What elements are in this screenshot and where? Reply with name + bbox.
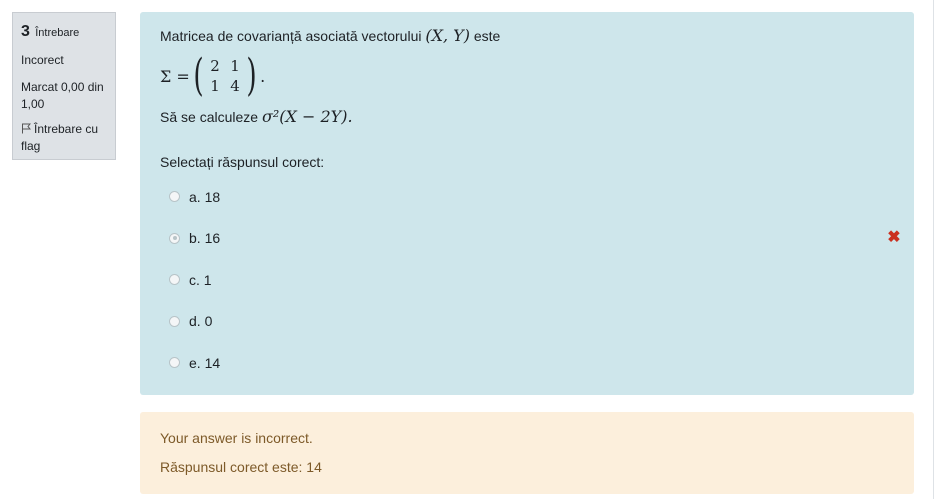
matrix-cell: 2 (210, 57, 220, 75)
feedback-message: Your answer is incorrect. (160, 430, 313, 446)
answer-option-c[interactable]: c. 1 (160, 259, 894, 301)
question-number-label: Întrebare (35, 27, 80, 39)
correct-answer-text: Răspunsul corect este: 14 (160, 459, 322, 475)
answer-option-e[interactable]: e. 14 (160, 342, 894, 384)
question-number-value: 3 (21, 23, 30, 40)
question-task: Să se calculeze σ²(X − 2Y). (160, 106, 894, 128)
vector-notation: (X, Y) (425, 26, 470, 45)
question-grade: Marcat 0,00 din 1,00 (21, 80, 104, 111)
answer-label-b[interactable]: b. 16 (189, 230, 220, 246)
question-intro-text: Matricea de covarianță asociată vectorul… (160, 28, 422, 44)
covariance-matrix-equation: Σ = ( 2 1 1 4 ) . (160, 52, 894, 100)
question-task-text: Să se calculeze (160, 109, 259, 125)
answer-radio-c[interactable] (169, 274, 180, 286)
incorrect-icon: ✖ (887, 228, 901, 246)
answer-option-d[interactable]: d. 0 (160, 301, 894, 343)
matrix-cell: 1 (230, 57, 240, 75)
page-edge-divider (933, 0, 934, 499)
answer-option-b[interactable]: b. 16 ✖ (160, 218, 901, 260)
answer-radio-d[interactable] (169, 315, 180, 327)
covariance-matrix: 2 1 1 4 (205, 56, 245, 96)
variance-expression: σ²(X − 2Y). (261, 107, 353, 126)
feedback-panel: Your answer is incorrect. Răspunsul core… (140, 412, 914, 494)
right-paren: ) (246, 50, 257, 101)
matrix-period: . (260, 66, 266, 86)
question-info-box: 3 Întrebare Incorect Marcat 0,00 din 1,0… (12, 12, 116, 160)
answer-radio-a[interactable] (169, 191, 180, 203)
answer-label-a[interactable]: a. 18 (189, 189, 220, 205)
matrix-cell: 1 (210, 77, 220, 95)
answer-radio-e[interactable] (169, 357, 180, 369)
answer-label-e[interactable]: e. 14 (189, 355, 220, 371)
answer-list: a. 18 b. 16 ✖ c. 1 d. 0 e. 14 (160, 176, 901, 384)
answer-label-d[interactable]: d. 0 (189, 313, 212, 329)
question-state: Incorect (21, 53, 64, 67)
question-intro: Matricea de covarianță asociată vectorul… (160, 26, 894, 46)
flag-icon (22, 123, 31, 134)
question-text-panel: Matricea de covarianță asociată vectorul… (140, 12, 914, 395)
answer-option-a[interactable]: a. 18 (160, 176, 894, 218)
question-number: 3 Întrebare (21, 23, 107, 42)
matrix-cell: 4 (230, 77, 240, 95)
sigma-symbol: Σ = (160, 66, 190, 86)
answer-label-c[interactable]: c. 1 (189, 272, 212, 288)
left-paren: ( (193, 50, 204, 101)
flag-question-link[interactable]: Întrebare cu flag (21, 121, 107, 155)
flag-question-label: Întrebare cu flag (21, 122, 99, 153)
answer-prompt: Selectați răspunsul corect: (160, 154, 325, 170)
answer-radio-b[interactable] (169, 232, 180, 244)
question-intro-end: este (473, 28, 501, 44)
